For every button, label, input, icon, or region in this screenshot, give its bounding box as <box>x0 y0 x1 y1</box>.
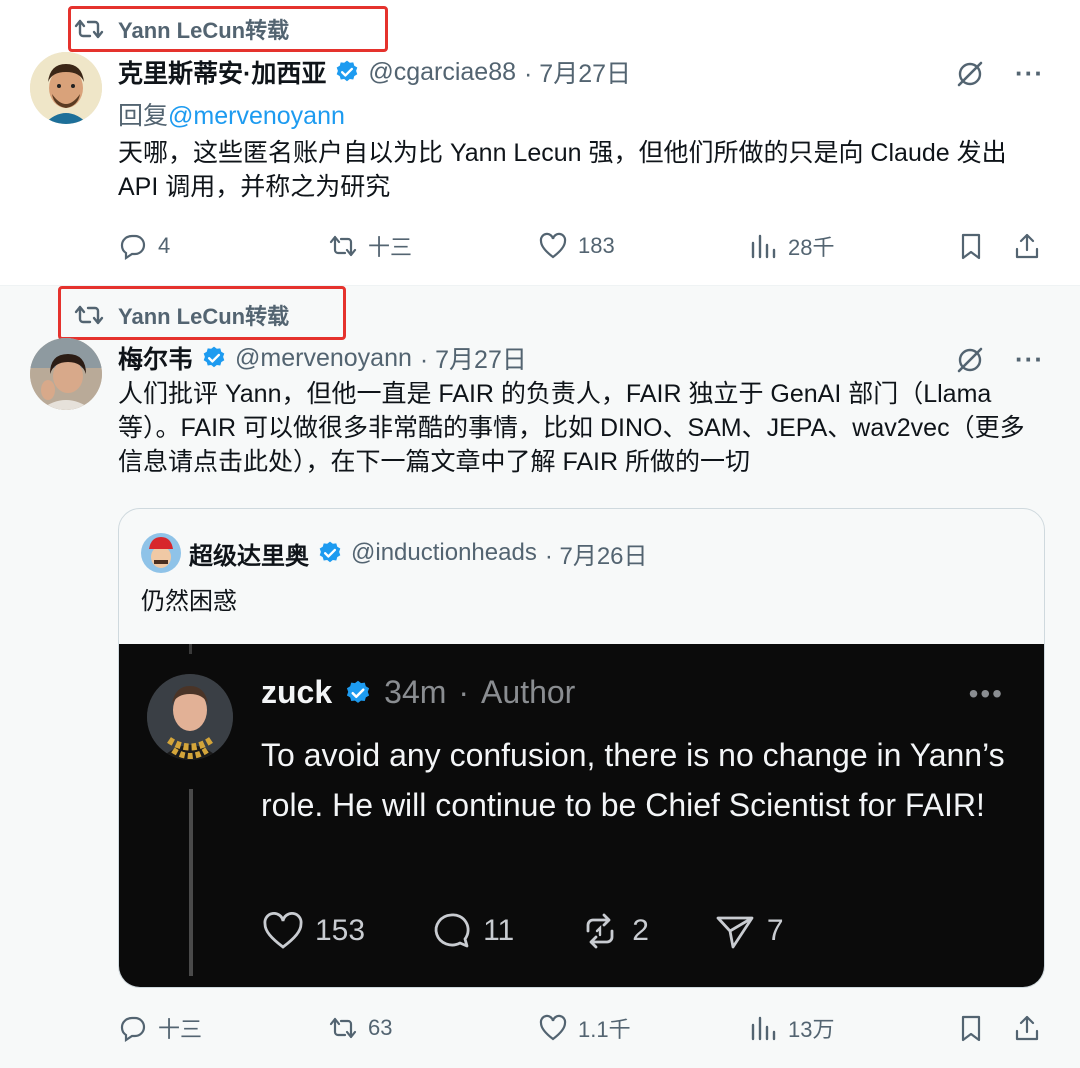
reply-handle-link[interactable]: @mervenoyann <box>168 102 345 130</box>
reply-button[interactable]: 4 <box>118 231 170 261</box>
screenshot-share-count: 7 <box>766 914 784 947</box>
screenshot-action-bar: 153 11 2 7 <box>261 909 848 953</box>
tweet-text: 人们批评 Yann，但他一直是 FAIR 的负责人，FAIR 独立于 GenAI… <box>118 380 1025 476</box>
tweet-date[interactable]: · 7月27日 <box>524 54 631 90</box>
tweet-text: 天哪，这些匿名账户自以为比 Yann Lecun 强，但他们所做的只是向 Cla… <box>118 139 1007 201</box>
like-count: 183 <box>578 233 615 258</box>
screenshot-separator: · <box>458 674 470 710</box>
repost-indicator: Yann LeCun转载 <box>58 286 346 340</box>
like-count: 1.1千 <box>578 1017 631 1042</box>
tweet-date[interactable]: · 7月27日 <box>420 340 527 376</box>
quoted-handle[interactable]: @inductionheads <box>351 539 537 567</box>
like-button[interactable]: 1.1千 <box>538 1012 631 1044</box>
bookmark-icon <box>961 1015 981 1042</box>
send-icon <box>716 916 754 949</box>
views-chart-icon <box>751 1016 776 1041</box>
reply-count: 十三 <box>158 1017 203 1042</box>
reply-count: 4 <box>158 233 171 258</box>
views-chart-icon <box>751 234 776 259</box>
heart-icon <box>539 1014 567 1041</box>
quoted-avatar[interactable] <box>141 533 181 573</box>
share-button[interactable] <box>1012 231 1042 261</box>
bookmark-button[interactable] <box>956 1013 986 1043</box>
embedded-screenshot[interactable]: zuck 34m · Author ••• To avoid any confu… <box>119 644 1044 987</box>
views-button[interactable]: 13万 <box>748 1012 834 1044</box>
comment-icon <box>434 913 470 948</box>
screenshot-like: 153 <box>261 909 365 953</box>
reply-prefix: 回复 <box>118 102 169 130</box>
screenshot-time: 34m <box>384 674 447 710</box>
avatar[interactable] <box>30 338 102 410</box>
author-name[interactable]: 梅尔韦 <box>118 340 193 376</box>
view-count: 28千 <box>788 235 835 260</box>
screenshot-repost-count: 2 <box>632 914 649 947</box>
author-handle[interactable]: @cgarciae88 <box>368 58 516 87</box>
thread-line <box>189 644 192 654</box>
repost-button[interactable]: 63 <box>328 1013 392 1043</box>
verified-badge-icon <box>337 60 358 82</box>
reply-icon <box>120 1016 146 1043</box>
zuck-avatar <box>147 674 233 760</box>
reply-button[interactable]: 十三 <box>118 1012 202 1044</box>
quoted-author-name[interactable]: 超级达里奥 <box>189 536 309 571</box>
bookmark-button[interactable] <box>956 231 986 261</box>
author-name[interactable]: 克里斯蒂安·加西亚 <box>118 54 326 90</box>
repost-count: 63 <box>368 1015 393 1040</box>
highlight-box <box>68 6 388 52</box>
tweet-1[interactable]: Yann LeCun转载 克里斯蒂安·加西亚 @cgarciae88 · 7月2… <box>0 0 1080 285</box>
verified-badge-icon <box>347 680 370 703</box>
repost-icon <box>329 235 357 257</box>
screenshot-header: zuck 34m · Author <box>261 674 575 711</box>
screenshot-role: Author <box>481 674 576 710</box>
share-icon <box>1015 233 1039 259</box>
repost-indicator: Yann LeCun转载 <box>68 6 388 52</box>
highlight-box <box>58 286 346 340</box>
repost-count: 十三 <box>368 235 413 260</box>
tweet-2[interactable]: Yann LeCun转载 梅尔韦 @mervenoyann · 7月27日 ··… <box>0 285 1080 1068</box>
view-count: 13万 <box>788 1017 835 1042</box>
grok-icon[interactable] <box>955 59 985 89</box>
screenshot-text: To avoid any confusion, there is no chan… <box>261 737 1005 823</box>
repost-icon <box>329 1017 357 1039</box>
share-button[interactable] <box>1012 1013 1042 1043</box>
action-bar: 十三 63 1.1千 13万 <box>118 1008 1048 1048</box>
share-icon <box>1015 1015 1039 1041</box>
screenshot-comment-count: 11 <box>483 914 515 947</box>
quoted-text: 仍然困惑 <box>141 588 237 615</box>
screenshot-author: zuck <box>261 674 333 710</box>
thread-line <box>189 789 193 976</box>
avatar[interactable] <box>30 52 102 124</box>
quoted-tweet-header: 超级达里奥 @inductionheads · 7月26日 <box>141 533 648 573</box>
screenshot-like-count: 153 <box>315 914 366 947</box>
more-options-icon: ••• <box>968 678 1004 709</box>
screenshot-share: 7 <box>713 909 784 953</box>
heart-icon <box>263 912 303 949</box>
tweet-header: 克里斯蒂安·加西亚 @cgarciae88 · 7月27日 <box>118 54 631 90</box>
author-handle[interactable]: @mervenoyann <box>235 344 412 373</box>
grok-icon[interactable] <box>955 345 985 375</box>
bookmark-icon <box>961 233 981 260</box>
verified-badge-icon <box>319 541 341 563</box>
heart-icon <box>539 232 567 259</box>
screenshot-comment: 11 <box>429 909 514 953</box>
quoted-tweet[interactable]: 超级达里奥 @inductionheads · 7月26日 仍然困惑 zuck <box>118 508 1045 988</box>
screenshot-repost: 2 <box>578 909 649 953</box>
reply-icon <box>120 234 146 261</box>
like-button[interactable]: 183 <box>538 231 615 261</box>
repost-icon <box>586 913 614 949</box>
more-options-icon[interactable]: ··· <box>1015 58 1044 89</box>
repost-button[interactable]: 十三 <box>328 230 412 262</box>
reply-context: 回复@mervenoyann <box>118 96 345 132</box>
views-button[interactable]: 28千 <box>748 230 834 262</box>
quoted-date[interactable]: · 7月26日 <box>545 536 648 571</box>
more-options-icon[interactable]: ··· <box>1015 344 1044 375</box>
action-bar: 4 十三 183 28千 <box>118 226 1048 266</box>
tweet-header: 梅尔韦 @mervenoyann · 7月27日 <box>118 340 527 376</box>
verified-badge-icon <box>203 346 225 368</box>
